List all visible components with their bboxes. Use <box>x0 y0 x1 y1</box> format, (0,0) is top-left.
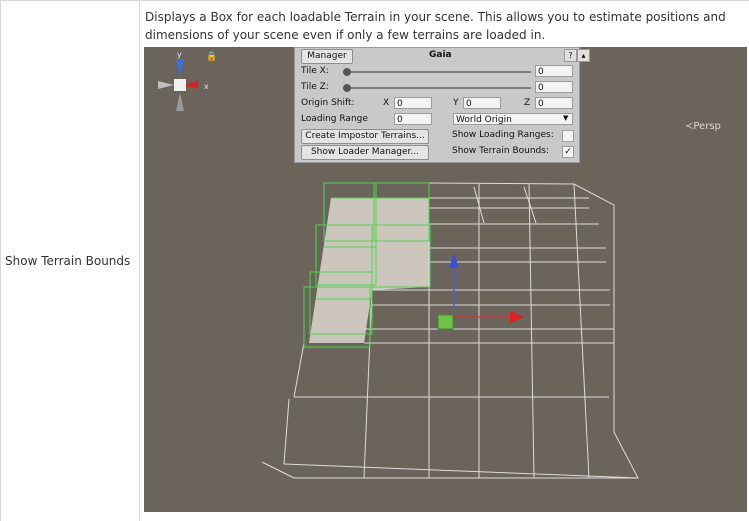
origin-z-label: Z <box>524 98 531 108</box>
show-loading-ranges-label: Show Loading Ranges: <box>452 130 554 140</box>
origin-x-field[interactable]: 0 <box>394 97 432 109</box>
origin-x-label: X <box>383 98 390 108</box>
origin-y-field[interactable]: 0 <box>463 97 501 109</box>
table-divider <box>139 0 140 521</box>
show-terrain-bounds-checkbox[interactable]: ✓ <box>562 146 574 158</box>
origin-shift-label: Origin Shift: <box>301 98 355 108</box>
create-impostor-button[interactable]: Create Impostor Terrains... <box>301 129 429 144</box>
row-label: Show Terrain Bounds <box>5 254 131 268</box>
help-icon[interactable]: ? <box>564 49 577 62</box>
origin-mode-dropdown[interactable]: World Origin <box>453 113 573 125</box>
tile-x-label: Tile X: <box>301 66 329 76</box>
description-text: Displays a Box for each loadable Terrain… <box>145 10 726 42</box>
collapse-icon[interactable]: ▴ <box>577 49 590 62</box>
tile-x-slider[interactable] <box>347 71 531 73</box>
panel-title: Gaia <box>429 50 452 60</box>
gizmo-x-label: x <box>204 82 209 91</box>
lock-icon: 🔒 <box>206 51 217 62</box>
tile-x-field[interactable]: 0 <box>535 65 573 77</box>
orientation-gizmo[interactable]: y x 🔒 <box>144 47 220 123</box>
manager-tab[interactable]: Manager <box>301 49 353 64</box>
neg-x-cone-icon <box>158 81 174 89</box>
tile-z-slider[interactable] <box>347 87 531 89</box>
table-border-left <box>0 0 1 521</box>
y-axis-arrow <box>449 253 459 268</box>
x-axis-arrow <box>510 311 524 323</box>
loading-range-field[interactable]: 0 <box>394 113 432 125</box>
y-cone-icon <box>176 59 184 77</box>
origin-y-label: Y <box>453 98 459 108</box>
show-loading-ranges-checkbox[interactable] <box>562 130 574 142</box>
neg-y-cone-icon <box>176 93 184 111</box>
origin-z-field[interactable]: 0 <box>535 97 573 109</box>
gaia-loader-panel: Manager Gaia ? ▴ Tile X: 0 Tile Z: 0 Ori… <box>294 47 590 163</box>
gizmo-cube-icon <box>174 79 186 91</box>
table-border-top <box>0 0 749 1</box>
terrain-surface <box>309 198 429 343</box>
persp-label[interactable]: ≺Persp <box>685 121 721 132</box>
transform-center <box>437 314 454 330</box>
unity-scene-view[interactable]: Manager Gaia ? ▴ Tile X: 0 Tile Z: 0 Ori… <box>144 47 747 512</box>
tile-x-knob[interactable] <box>343 68 351 76</box>
dropdown-chevron-icon: ▼ <box>563 114 569 122</box>
tile-z-field[interactable]: 0 <box>535 81 573 93</box>
loading-range-label: Loading Range <box>301 114 368 124</box>
tile-z-label: Tile Z: <box>301 82 329 92</box>
show-loader-manager-button[interactable]: Show Loader Manager... <box>301 145 429 160</box>
tile-z-knob[interactable] <box>343 84 351 92</box>
show-terrain-bounds-label: Show Terrain Bounds: <box>452 146 549 156</box>
gizmo-y-label: y <box>177 50 182 59</box>
